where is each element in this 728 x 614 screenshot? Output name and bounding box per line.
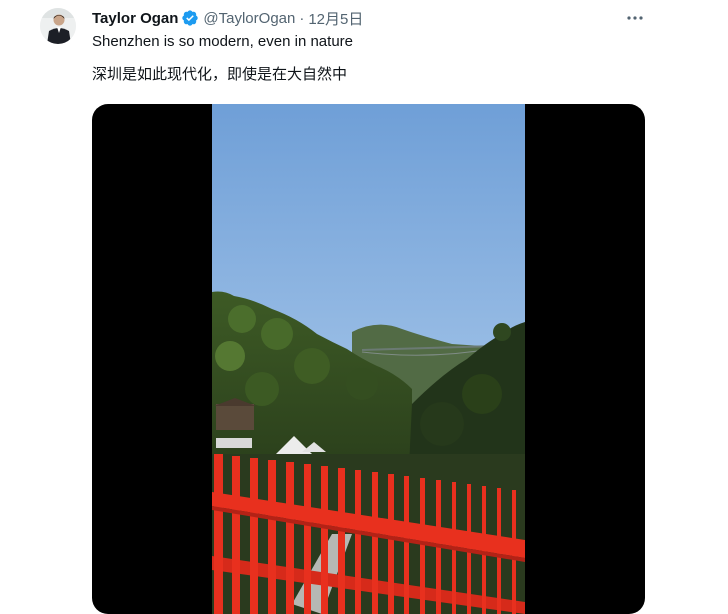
more-horizontal-icon[interactable] (624, 8, 646, 28)
tweet: Taylor Ogan @TaylorOgan · 12月5日 Shenzhen… (0, 0, 728, 614)
handle[interactable]: @TaylorOgan (203, 10, 295, 27)
video-player[interactable] (92, 104, 645, 614)
verified-badge-icon[interactable] (181, 9, 199, 27)
tweet-text-english: Shenzhen is so modern, even in nature (92, 33, 353, 50)
video-frame (212, 104, 525, 614)
timestamp[interactable]: 12月5日 (308, 8, 363, 29)
tweet-text-translated: 深圳是如此现代化，即使是在大自然中 (92, 66, 348, 83)
tweet-header: Taylor Ogan @TaylorOgan · 12月5日 (92, 8, 363, 28)
separator-dot: · (299, 9, 305, 27)
avatar[interactable] (40, 8, 76, 44)
display-name[interactable]: Taylor Ogan (92, 10, 178, 27)
avatar-image (40, 8, 76, 44)
